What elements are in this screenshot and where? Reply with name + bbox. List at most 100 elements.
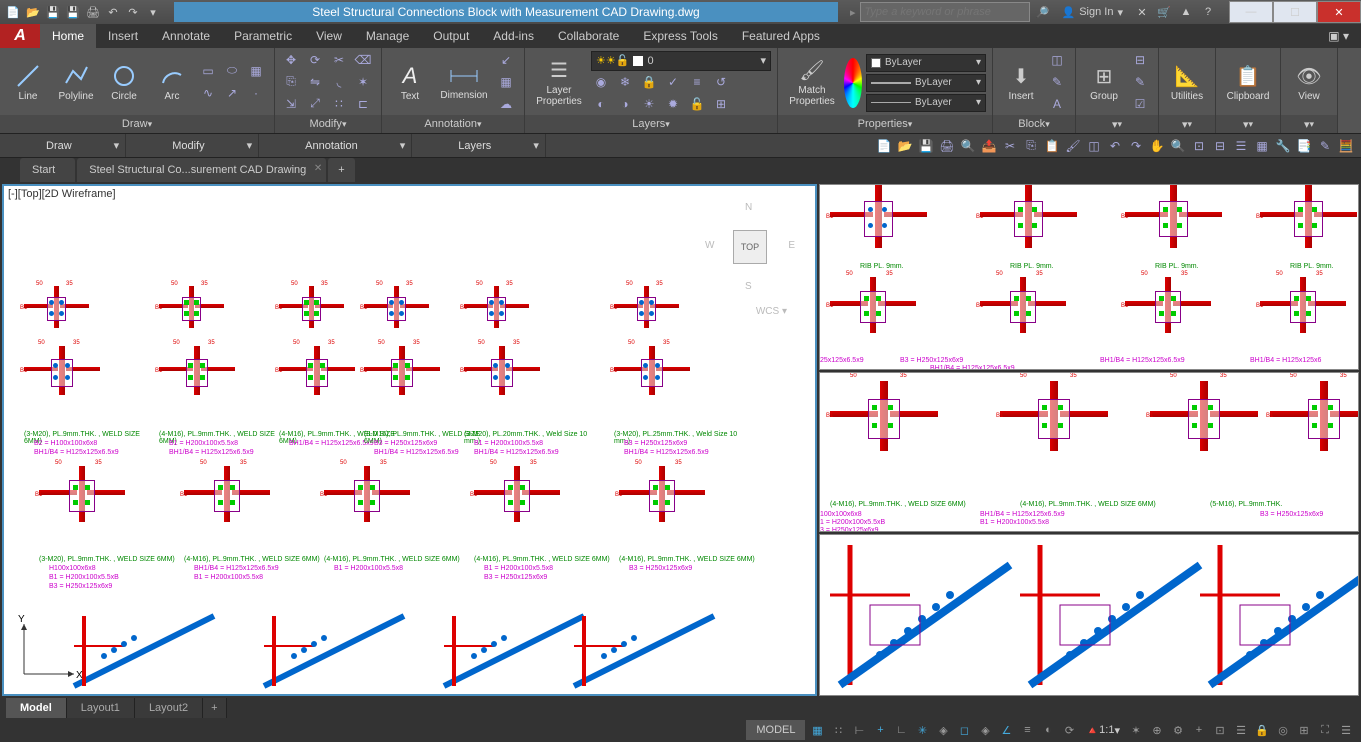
viewport-main[interactable]: [-][Top][2D Wireframe] NSEW TOP WCS ▾ XY… (2, 184, 817, 696)
tb-pan-icon[interactable]: ✋ (1148, 137, 1166, 155)
tb-save-icon[interactable]: 💾 (917, 137, 935, 155)
layer-freeze-icon[interactable]: ❄ (615, 73, 635, 91)
ortho-icon[interactable]: ∟ (892, 721, 910, 739)
ungroup-icon[interactable]: ⊟ (1130, 51, 1150, 69)
layer-make-current-icon[interactable]: ✓ (663, 73, 683, 91)
redo-icon[interactable]: ↷ (124, 3, 142, 21)
app-logo[interactable]: A (0, 24, 40, 48)
move-icon[interactable]: ✥ (281, 51, 301, 69)
hatch-icon[interactable]: ▦ (246, 62, 266, 80)
status-model[interactable]: MODEL (746, 720, 805, 740)
table-icon[interactable]: ▦ (496, 73, 516, 91)
copy-icon[interactable]: ⎘ (281, 73, 301, 91)
minimize-button[interactable]: — (1229, 1, 1273, 23)
layer-on-icon[interactable]: ☀ (639, 95, 659, 113)
lwt-icon[interactable]: ≡ (1018, 721, 1036, 739)
arc-button[interactable]: Arc (150, 53, 194, 113)
close-icon[interactable]: ✕ (314, 163, 322, 174)
tb-redo-icon[interactable]: ↷ (1127, 137, 1145, 155)
open-icon[interactable]: 📂 (24, 3, 42, 21)
tb-markup-icon[interactable]: ✎ (1316, 137, 1334, 155)
snap-icon[interactable]: ∷ (829, 721, 847, 739)
array-icon[interactable]: ∷ (329, 95, 349, 113)
ray-icon[interactable]: ↗ (222, 84, 242, 102)
panel-title-annotation[interactable]: Annotation (382, 115, 524, 133)
stretch-icon[interactable]: ⇲ (281, 95, 301, 113)
tb-dc-icon[interactable]: ▦ (1253, 137, 1271, 155)
app-icon[interactable]: ▲ (1177, 3, 1195, 21)
qprops-icon[interactable]: ☰ (1232, 721, 1250, 739)
layer-properties-button[interactable]: ☰Layer Properties (531, 53, 587, 113)
qat-more-icon[interactable]: ▾ (144, 3, 162, 21)
filetab-drawing[interactable]: Steel Structural Co...surement CAD Drawi… (77, 158, 326, 182)
panel-title-view[interactable]: ▾ (1281, 115, 1337, 133)
tb-match-icon[interactable]: 🖌 (1064, 137, 1082, 155)
layer-lock-icon[interactable]: 🔒 (639, 73, 659, 91)
new-icon[interactable]: 📄 (4, 3, 22, 21)
tb-tp-icon[interactable]: 🔧 (1274, 137, 1292, 155)
utilities-button[interactable]: 📐Utilities (1165, 53, 1209, 113)
view-button[interactable]: 👁View (1287, 53, 1331, 113)
text-button[interactable]: AText (388, 53, 432, 113)
tb-paste-icon[interactable]: 📋 (1043, 137, 1061, 155)
tab-add-layout[interactable]: + (203, 698, 226, 718)
lockui-icon[interactable]: 🔒 (1253, 721, 1271, 739)
otrack-icon[interactable]: ∠ (997, 721, 1015, 739)
color-dropdown[interactable]: ByLayer▾ (866, 54, 986, 72)
tb-zoomprev-icon[interactable]: ⊟ (1211, 137, 1229, 155)
tb-print-icon[interactable]: 🖨 (938, 137, 956, 155)
layer-state-icon[interactable]: ⊞ (711, 95, 731, 113)
tab-featured[interactable]: Featured Apps (730, 24, 832, 48)
match-properties-button[interactable]: 🖌Match Properties (784, 53, 840, 113)
paste-button[interactable]: 📋Clipboard (1222, 53, 1274, 113)
cart-icon[interactable]: 🛒 (1155, 3, 1173, 21)
group-button[interactable]: ⊞Group (1082, 53, 1126, 113)
viewcube-face[interactable]: TOP (733, 230, 767, 264)
group-select-icon[interactable]: ☑ (1130, 95, 1150, 113)
anno-auto-icon[interactable]: ⊕ (1148, 721, 1166, 739)
save-icon[interactable]: 💾 (44, 3, 62, 21)
plot-icon[interactable]: 🖨 (84, 3, 102, 21)
point-icon[interactable]: · (246, 84, 266, 102)
spline-icon[interactable]: ∿ (198, 84, 218, 102)
exchange-icon[interactable]: ✕ (1133, 3, 1151, 21)
viewport-right-top[interactable]: 5035B1RIB PL. 9mm.5035B15035B1RIB PL. 9m… (819, 184, 1359, 370)
layer-uniso-icon[interactable]: ◑ (615, 95, 635, 113)
tb-props-icon[interactable]: ☰ (1232, 137, 1250, 155)
anno-scale[interactable]: 🔺 1:1 ▾ (1081, 720, 1124, 740)
tab-output[interactable]: Output (421, 24, 481, 48)
filetab-start[interactable]: Start (20, 158, 75, 182)
insert-button[interactable]: ⬇Insert (999, 53, 1043, 113)
layer-thaw-icon[interactable]: ✹ (663, 95, 683, 113)
tab-manage[interactable]: Manage (354, 24, 421, 48)
tb-copy-icon[interactable]: ⎘ (1022, 137, 1040, 155)
edit-block-icon[interactable]: ✎ (1047, 73, 1067, 91)
erase-icon[interactable]: ⌫ (353, 51, 373, 69)
wcs-label[interactable]: WCS ▾ (756, 306, 787, 317)
tb-qcalc-icon[interactable]: 🧮 (1337, 137, 1355, 155)
undo-icon[interactable]: ↶ (104, 3, 122, 21)
panel-title-groups[interactable]: ▾ (1076, 115, 1158, 133)
line-button[interactable]: Line (6, 53, 50, 113)
tb-undo-icon[interactable]: ↶ (1106, 137, 1124, 155)
tb-zoom-icon[interactable]: 🔍 (1169, 137, 1187, 155)
layer-match-icon[interactable]: ≡ (687, 73, 707, 91)
tb-zoomwin-icon[interactable]: ⊡ (1190, 137, 1208, 155)
dimension-button[interactable]: Dimension (436, 53, 492, 113)
tb-open-icon[interactable]: 📂 (896, 137, 914, 155)
tab-home[interactable]: Home (40, 24, 96, 48)
maximize-button[interactable]: ☐ (1273, 1, 1317, 23)
osnap-icon[interactable]: ◻ (955, 721, 973, 739)
viewport-right-mid[interactable]: 5035B15035B15035B15035B1(4-M16), PL.9mm.… (819, 372, 1359, 532)
polar-icon[interactable]: ✳ (913, 721, 931, 739)
isolate-icon[interactable]: ◎ (1274, 721, 1292, 739)
leader-icon[interactable]: ↙ (496, 51, 516, 69)
scale-icon[interactable]: ⤢ (305, 95, 325, 113)
panel-title-block[interactable]: Block (993, 115, 1075, 133)
create-block-icon[interactable]: ◫ (1047, 51, 1067, 69)
linetype-dropdown[interactable]: ByLayer▾ (866, 74, 986, 92)
units-icon[interactable]: ⊡ (1211, 721, 1229, 739)
transparency-icon[interactable]: ◐ (1039, 721, 1057, 739)
panel-title-clipboard[interactable]: ▾ (1216, 115, 1280, 133)
tab-layout1[interactable]: Layout1 (67, 698, 135, 718)
